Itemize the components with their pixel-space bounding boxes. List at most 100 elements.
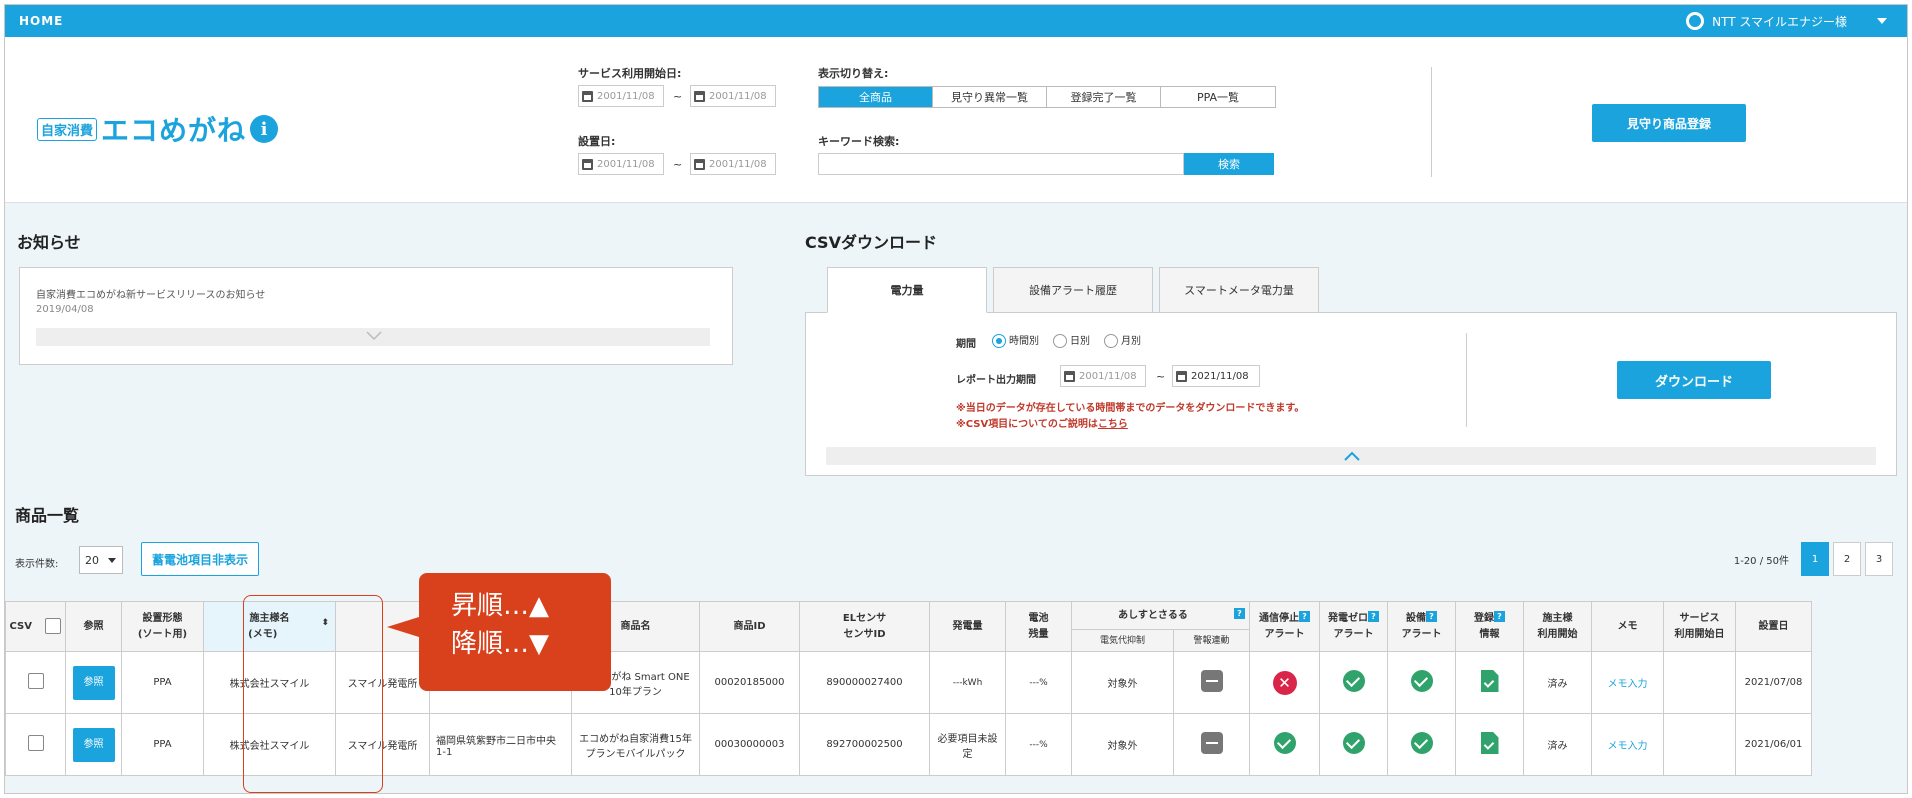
owner-column-highlight bbox=[243, 595, 383, 793]
check-icon bbox=[1410, 670, 1433, 692]
calendar-icon bbox=[582, 158, 593, 170]
callout-desc: 降順…▼ bbox=[451, 629, 549, 659]
memo-link[interactable]: メモ入力 bbox=[1608, 679, 1648, 690]
cell-service-start bbox=[1663, 651, 1736, 714]
page-1[interactable]: 1 bbox=[1801, 542, 1829, 576]
report-to[interactable]: 2021/11/08 bbox=[1172, 365, 1260, 387]
radio-daily[interactable]: 日別 bbox=[1053, 332, 1090, 348]
csv-title: CSVダウンロード bbox=[805, 233, 937, 252]
calendar-icon bbox=[582, 90, 593, 102]
document-check-icon[interactable] bbox=[1480, 732, 1499, 754]
tab-smart-meter[interactable]: スマートメータ電力量 bbox=[1159, 267, 1319, 313]
divider bbox=[1466, 333, 1467, 427]
report-from[interactable]: 2001/11/08 bbox=[1060, 365, 1146, 387]
col-ashita: あしすとさるる ? bbox=[1071, 601, 1250, 630]
cell-el-id: 892700002500 bbox=[799, 713, 930, 776]
col-memo: メモ bbox=[1591, 601, 1664, 652]
calendar-icon bbox=[694, 90, 705, 102]
cell-product: エコめがね自家消費15年プランモバイルパック bbox=[571, 713, 700, 776]
select-all-checkbox[interactable] bbox=[45, 618, 62, 634]
home-link[interactable]: HOME bbox=[19, 14, 63, 28]
sort-callout: 昇順…▲ 降順…▼ bbox=[387, 573, 611, 691]
cell-battery: ---% bbox=[1005, 713, 1072, 776]
report-period-label: レポート出力期間 bbox=[956, 375, 1036, 386]
user-menu[interactable]: NTT スマイルエナジー様 bbox=[1686, 12, 1887, 30]
col-owner-start: 施主様 利用開始 bbox=[1523, 601, 1592, 652]
install-from[interactable]: 2001/11/08 bbox=[578, 153, 664, 175]
cell-generation: 必要項目未設定 bbox=[929, 713, 1006, 776]
chevron-down-icon[interactable] bbox=[366, 331, 382, 341]
help-icon[interactable]: ? bbox=[1234, 607, 1245, 619]
count-select[interactable]: 20 bbox=[79, 546, 123, 574]
view-switch-label: 表示切り替え: bbox=[818, 67, 889, 80]
tab-ppa[interactable]: PPA一覧 bbox=[1161, 87, 1275, 107]
check-icon bbox=[1410, 732, 1433, 754]
col-generation: 発電量 bbox=[929, 601, 1006, 652]
ref-button[interactable]: 参照 bbox=[72, 727, 115, 762]
tilde: ~ bbox=[673, 158, 683, 171]
page-3[interactable]: 3 bbox=[1865, 542, 1893, 576]
col-zero-alert: 発電ゼロ? アラート bbox=[1319, 601, 1388, 652]
battery-toggle-button[interactable]: 蓄電池項目非表示 bbox=[141, 542, 259, 576]
error-icon: ✕ bbox=[1272, 670, 1297, 695]
help-icon[interactable]: ? bbox=[1368, 610, 1379, 622]
minus-icon bbox=[1200, 670, 1223, 692]
search-button[interactable]: 検索 bbox=[1184, 153, 1274, 175]
col-type: 設置形態 (ソート用) bbox=[121, 601, 204, 652]
cell-owner-start: 済み bbox=[1523, 651, 1592, 714]
callout-asc: 昇順…▲ bbox=[451, 591, 549, 621]
keyword-input[interactable] bbox=[818, 153, 1184, 175]
chevron-down-icon[interactable] bbox=[1877, 18, 1887, 24]
radio-hourly[interactable]: 時間別 bbox=[992, 332, 1039, 348]
service-start-from[interactable]: 2001/11/08 bbox=[578, 85, 664, 107]
notice-panel: 自家消費エコめがね新サービスリリースのお知らせ 2019/04/08 bbox=[19, 267, 733, 365]
col-install-date: 設置日 bbox=[1735, 601, 1812, 652]
install-to[interactable]: 2001/11/08 bbox=[690, 153, 776, 175]
logo-badge: 自家消費 bbox=[37, 117, 98, 141]
cell-type: PPA bbox=[121, 713, 204, 776]
page-2[interactable]: 2 bbox=[1833, 542, 1861, 576]
pagination: 1-20 / 50件 1 2 3 bbox=[1734, 542, 1893, 576]
info-icon[interactable]: i bbox=[250, 115, 279, 143]
period-radios: 時間別 日別 月別 bbox=[992, 332, 1141, 348]
document-check-icon[interactable] bbox=[1480, 670, 1499, 692]
help-icon[interactable]: ? bbox=[1494, 610, 1505, 622]
notice-item-text[interactable]: 自家消費エコめがね新サービスリリースのお知らせ bbox=[36, 286, 265, 301]
col-ref: 参照 bbox=[65, 601, 122, 652]
product-list-title: 商品一覧 bbox=[15, 506, 80, 525]
ref-button[interactable]: 参照 bbox=[72, 665, 115, 700]
tab-registered[interactable]: 登録完了一覧 bbox=[1047, 87, 1161, 107]
col-el-sensor: ELセンサ センサID bbox=[799, 601, 930, 652]
help-icon[interactable]: ? bbox=[1426, 610, 1437, 622]
col-comm-alert: 通信停止? アラート bbox=[1249, 601, 1320, 652]
user-icon bbox=[1686, 12, 1705, 30]
col-ashita-alarm: 警報連動 bbox=[1173, 629, 1250, 652]
register-monitor-button[interactable]: 見守り商品登録 bbox=[1592, 104, 1746, 142]
csv-help-link[interactable]: こちら bbox=[1098, 419, 1128, 430]
service-start-label: サービス利用開始日: bbox=[578, 67, 682, 80]
row-checkbox[interactable] bbox=[27, 673, 44, 689]
download-button[interactable]: ダウンロード bbox=[1617, 361, 1771, 399]
check-icon bbox=[1342, 670, 1365, 692]
divider bbox=[1431, 67, 1432, 177]
col-equipment-alert: 設備? アラート bbox=[1387, 601, 1456, 652]
help-icon[interactable]: ? bbox=[1299, 610, 1310, 622]
cell-ashita: 対象外 bbox=[1071, 713, 1174, 776]
service-start-to[interactable]: 2001/11/08 bbox=[690, 85, 776, 107]
row-checkbox[interactable] bbox=[27, 735, 44, 751]
tab-all[interactable]: 全商品 bbox=[819, 87, 933, 107]
chevron-up-icon[interactable] bbox=[1344, 451, 1360, 461]
chevron-down-icon bbox=[108, 558, 116, 563]
tab-monitor-errors[interactable]: 見守り異常一覧 bbox=[933, 87, 1047, 107]
cell-type: PPA bbox=[121, 651, 204, 714]
csv-note-2: ※CSV項目についてのご説明はこちら bbox=[956, 419, 1128, 430]
radio-monthly[interactable]: 月別 bbox=[1104, 332, 1141, 348]
tab-energy[interactable]: 電力量 bbox=[827, 267, 987, 313]
cell-install-date: 2021/07/08 bbox=[1735, 651, 1812, 714]
install-label: 設置日: bbox=[578, 135, 616, 148]
col-ashita-bill: 電気代抑制 bbox=[1071, 629, 1174, 652]
tab-equipment-alert-history[interactable]: 設備アラート履歴 bbox=[993, 267, 1153, 313]
memo-link[interactable]: メモ入力 bbox=[1608, 741, 1648, 752]
calendar-icon bbox=[694, 158, 705, 170]
top-bar: HOME NTT スマイルエナジー様 bbox=[5, 5, 1907, 37]
